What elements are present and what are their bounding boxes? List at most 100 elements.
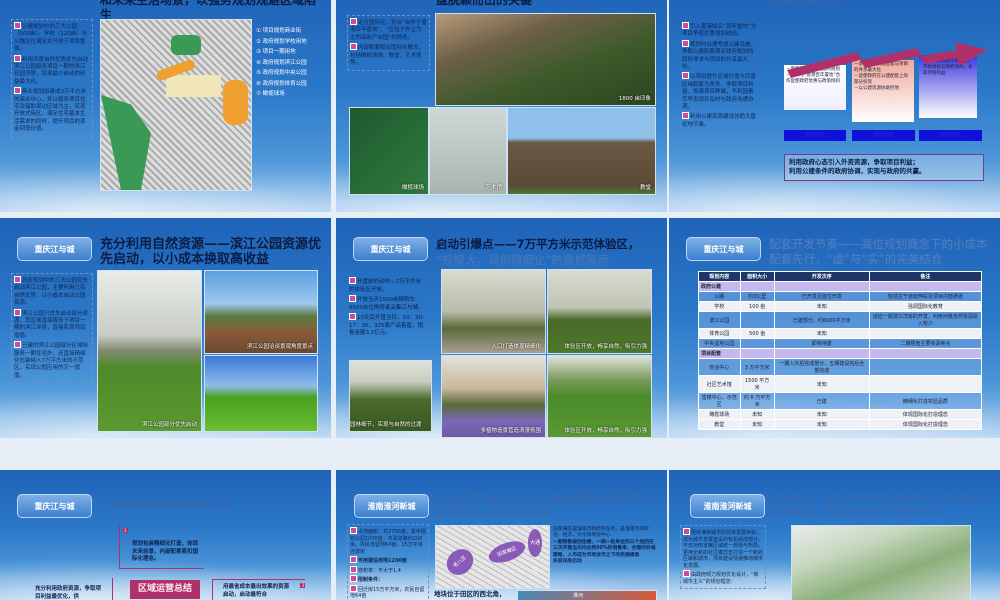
note: 一期销售振创佳绩，一期一批单位的三个组团在三次开盘当天均达到90%的销售率，合理… bbox=[553, 539, 656, 558]
table-cell: 二期楼盘主要资源卖点 bbox=[868, 338, 983, 349]
slide-title: 启动引爆点——7万平方米示范体验区， bbox=[436, 237, 640, 251]
section-tag: 重庆江与城 bbox=[17, 237, 92, 261]
step-number: 1 bbox=[123, 528, 128, 533]
stage-label: 规划阶段 bbox=[852, 130, 915, 141]
table-cell: 体现国际化打造理念 bbox=[868, 409, 983, 420]
section-tag: 重庆江与城 bbox=[17, 494, 92, 518]
map-legend: ① 项目规划商业街 ② 政府规划学校用地 ③ 项目一期用地 ④ 政府规划滨江公园… bbox=[256, 26, 307, 100]
table-cell bbox=[868, 328, 983, 339]
table-cell: 社区艺术馆 bbox=[698, 375, 741, 393]
table-cell: 3 万平方米 bbox=[739, 358, 775, 376]
table-cell bbox=[868, 348, 983, 359]
bullet-list: 定位国际化，符合“合作于香港百年置地”、“区位于外企为主的高新产业园”的特色。 … bbox=[347, 15, 430, 72]
growth-arrow-icon bbox=[787, 42, 987, 78]
table-cell: 一期入伙后完成部分，五期建设完后全部完成 bbox=[773, 358, 870, 376]
entrance-image: 入口打造体现精细化 bbox=[441, 269, 546, 354]
note: 多层洋房启动 bbox=[553, 559, 582, 565]
table-cell: 适应一期滨江洋房的开发，利用河景自然资源投入较少 bbox=[868, 311, 983, 329]
table-cell bbox=[868, 375, 983, 393]
table-cell: 100 亩 bbox=[739, 301, 775, 312]
park-zone bbox=[101, 95, 151, 190]
table-cell bbox=[868, 281, 983, 292]
legend-item: ③ 项目一期用地 bbox=[256, 49, 296, 55]
table-cell: 已建 bbox=[773, 392, 870, 410]
slide-8[interactable]: 淮南淮河新城 四线城市主城区外、超大建设规模的住宅项目，缺乏配套，道路通达性差 … bbox=[336, 470, 667, 600]
bullet: 可用建设用地1200亩 bbox=[350, 556, 426, 565]
table-cell: 体育公园 bbox=[698, 328, 741, 339]
table-cell: 售楼中心、示范区 bbox=[698, 392, 741, 410]
table-row: 中央湿地公园 即将待建 二期楼盘主要资源卖点 bbox=[698, 338, 983, 349]
slide-9[interactable]: 淮南淮河新城 “运营城市，关注人居”的区域运营理念，占位城市总体发展目标，借助政… bbox=[669, 470, 1000, 600]
caption: 园林细节，实现与自然的过渡 bbox=[350, 422, 422, 428]
slide-1[interactable]: 和未来生活场景，以强势规划规避区域陷生 公建规划中的三大公园（500亩）、学校（… bbox=[0, 0, 331, 212]
bullet: 政府规划中的三大公园优先启动滨江公园，主要利用已有自然优势，以小成本启动公园资源… bbox=[14, 278, 89, 307]
table-row: 商业中心 3 万平方米 一期入伙后完成部分，五期建设完后全部完成 bbox=[698, 358, 983, 376]
bullet: 商业规划拟建成3万平方米的商业中心，并以服务项目住宅及辐射周边区域为主，实现开放… bbox=[14, 87, 90, 133]
bullet-list: 公建规划中的三大公园（500亩）、学校（120亩）与公路区位满足并开放于项目整体… bbox=[11, 19, 93, 138]
bullet: 容积率：不大于1.4 bbox=[350, 566, 426, 575]
district-notes: 田家庵区是淮南市政府所在地，是淮南市的政治、经济、文化和商贸中心 一期销售振创佳… bbox=[553, 527, 657, 565]
table-cell: 未知 bbox=[773, 409, 870, 420]
bullet: 开放当天1500余辆轿车、6500余位购房者云集江与城。 bbox=[349, 297, 424, 311]
summary-box: 利用政府心态引入外资资源，争取项目利益； 利用公建条件的政府协调，实现与政府的共… bbox=[784, 154, 984, 181]
table-cell: 教堂 bbox=[698, 419, 741, 430]
caption: 滨江公园洽谈景观角度景点 bbox=[246, 344, 313, 350]
table-row: 滨江公园 已建部分，约6000平方米 适应一期滨江洋房的开发，利用河景自然资源投入较… bbox=[698, 311, 983, 329]
strategy-text: 规划包装精细化打造，体现未来前景，内部配套紧扣国际化理念。 bbox=[132, 541, 199, 562]
table-row: 社区艺术馆 1500 平方米 未知 bbox=[698, 375, 983, 393]
slide-title: 控制后期土地 bbox=[769, 0, 842, 7]
location-note: 地块位于田区的西北角， bbox=[434, 590, 506, 598]
table-cell bbox=[739, 338, 775, 349]
table-cell: 500 亩 bbox=[739, 328, 775, 339]
slide-2[interactable]: 盘脱颖而出的关键 定位国际化，符合“合作于香港百年置地”、“区位于外企为主的高新… bbox=[336, 0, 667, 212]
strategy-box-3: 3 用最省成本最出效果的资源启动，启动最符合 bbox=[212, 579, 305, 600]
map-label: 田家庵区 bbox=[486, 537, 528, 567]
bullet: 公建规划中的三大公园（500亩）、学校（120亩）与公路区位满足并开放于项目整体… bbox=[14, 22, 90, 54]
caption: 1800 亩印象 bbox=[618, 96, 651, 102]
bullet: 10天后开盘当日，10：30-17：30，325套产品售罄，销售金额3.2亿元。 bbox=[349, 315, 424, 336]
table-row: 橄榄球场 未知 未知 体现国际化打造理念 bbox=[698, 409, 983, 420]
column-header: 面积大小 bbox=[739, 271, 775, 282]
caption: 体验区开放，畅享自然，吸引力强 bbox=[564, 428, 647, 434]
table-cell: 橄榄球场 bbox=[698, 409, 741, 420]
strategy-text: 用最省成本最出效果的资源启动，启动最符合 bbox=[223, 584, 290, 598]
slide-title: 四线城市主城区外、超大建设规模的住宅项目，缺乏配套，道路通达性差 bbox=[436, 493, 657, 518]
caption: 多植物造景营造浪漫氛围 bbox=[480, 428, 541, 434]
legend-item: ② 政府规划学校用地 bbox=[256, 38, 307, 45]
bullet: 引入香港知名“百年置地”为项目争取优惠增加砝码。 bbox=[682, 24, 757, 38]
lawn-experience-image: 体验区开放，畅享自然，吸引力强 bbox=[547, 355, 652, 438]
section-tag: 重庆江与城 bbox=[353, 237, 428, 261]
slide-title: 充分利用自然资源——滨江公园资源优先启动，以小成本换取高收益 bbox=[100, 237, 322, 267]
riverside-park-image: 滨江公园部分优先启动 bbox=[97, 270, 202, 432]
table-cell: 未知 bbox=[739, 419, 775, 430]
bullet: 规划时合理考虑公建设施，争取公建配套满足政府规划的同时寻求与项目的共享最大化。 bbox=[682, 41, 757, 71]
bullet: 已建的滨江公园部分区域除服务一期住宅外，还直接精细化包装纳入7万平方米的示范区，… bbox=[14, 343, 89, 379]
table-cell bbox=[868, 358, 983, 376]
new-town-render-image bbox=[791, 525, 971, 600]
slide-title: “运营城市，关注人居”的区域运营理念，占位城市总体发展目标，借助政府规划打造复合… bbox=[769, 494, 988, 518]
slide-4[interactable]: 重庆江与城 充分利用自然资源——滨江公园资源优先启动，以小成本换取高收益 政府规… bbox=[0, 218, 331, 438]
bullet-list: 开盘前的动作—7万平方米的体验区开放。 开放当天1500余辆轿车、6500余位购… bbox=[347, 275, 427, 341]
section-tag: 淮南淮河新城 bbox=[354, 494, 429, 518]
table-cell: 商业中心 bbox=[698, 358, 741, 376]
table-cell: 中央湿地公园 bbox=[698, 338, 741, 349]
table-row: 公路 约3公里 已开发且首位开发 包括主干道延伸段及项目内部通道 bbox=[698, 291, 983, 302]
table-cell: 公路 bbox=[698, 291, 741, 302]
table-cell: 1500 平方米 bbox=[739, 375, 775, 393]
caption: 滨江公园部分优先启动 bbox=[141, 422, 197, 428]
slide-6[interactable]: 重庆江与城 配套开发节奏——高位规划概念下的小成本配套先行，“虚”与“实”的完美… bbox=[669, 218, 1000, 438]
slide-title: 盘脱颖而出的关键 bbox=[436, 0, 533, 7]
caption: 教堂 bbox=[639, 185, 651, 191]
table-cell: 强调国际化教育 bbox=[868, 301, 983, 312]
experience-zone-image: 体验区开放，畅享自然，吸引力强 bbox=[547, 269, 652, 354]
table-row: 政府公建 bbox=[698, 281, 983, 292]
slide-3[interactable]: 控制后期土地 引入香港知名“百年置地”为项目争取优惠增加砝码。 规划时合理考虑公… bbox=[669, 0, 1000, 212]
planting-image: 多植物造景营造浪漫氛围 bbox=[441, 355, 546, 438]
legend-item: ① 项目规划商业街 bbox=[256, 28, 302, 34]
slide-5[interactable]: 重庆江与城 启动引爆点——7万平方米示范体验区， “规模大，局部精细化”的震撼展… bbox=[336, 218, 667, 438]
sports-park-zone bbox=[171, 35, 201, 55]
table-cell bbox=[773, 281, 870, 292]
legend-item: ⑥ 政府规划体育公园 bbox=[256, 80, 307, 87]
slide-7[interactable]: 重庆江与城 江与城案例区域运营策略小结 1 规划包装精细化打造，体现未来前景，内… bbox=[0, 470, 331, 600]
table-row: 教堂 未知 未知 体现国际化打造理念 bbox=[698, 419, 983, 430]
